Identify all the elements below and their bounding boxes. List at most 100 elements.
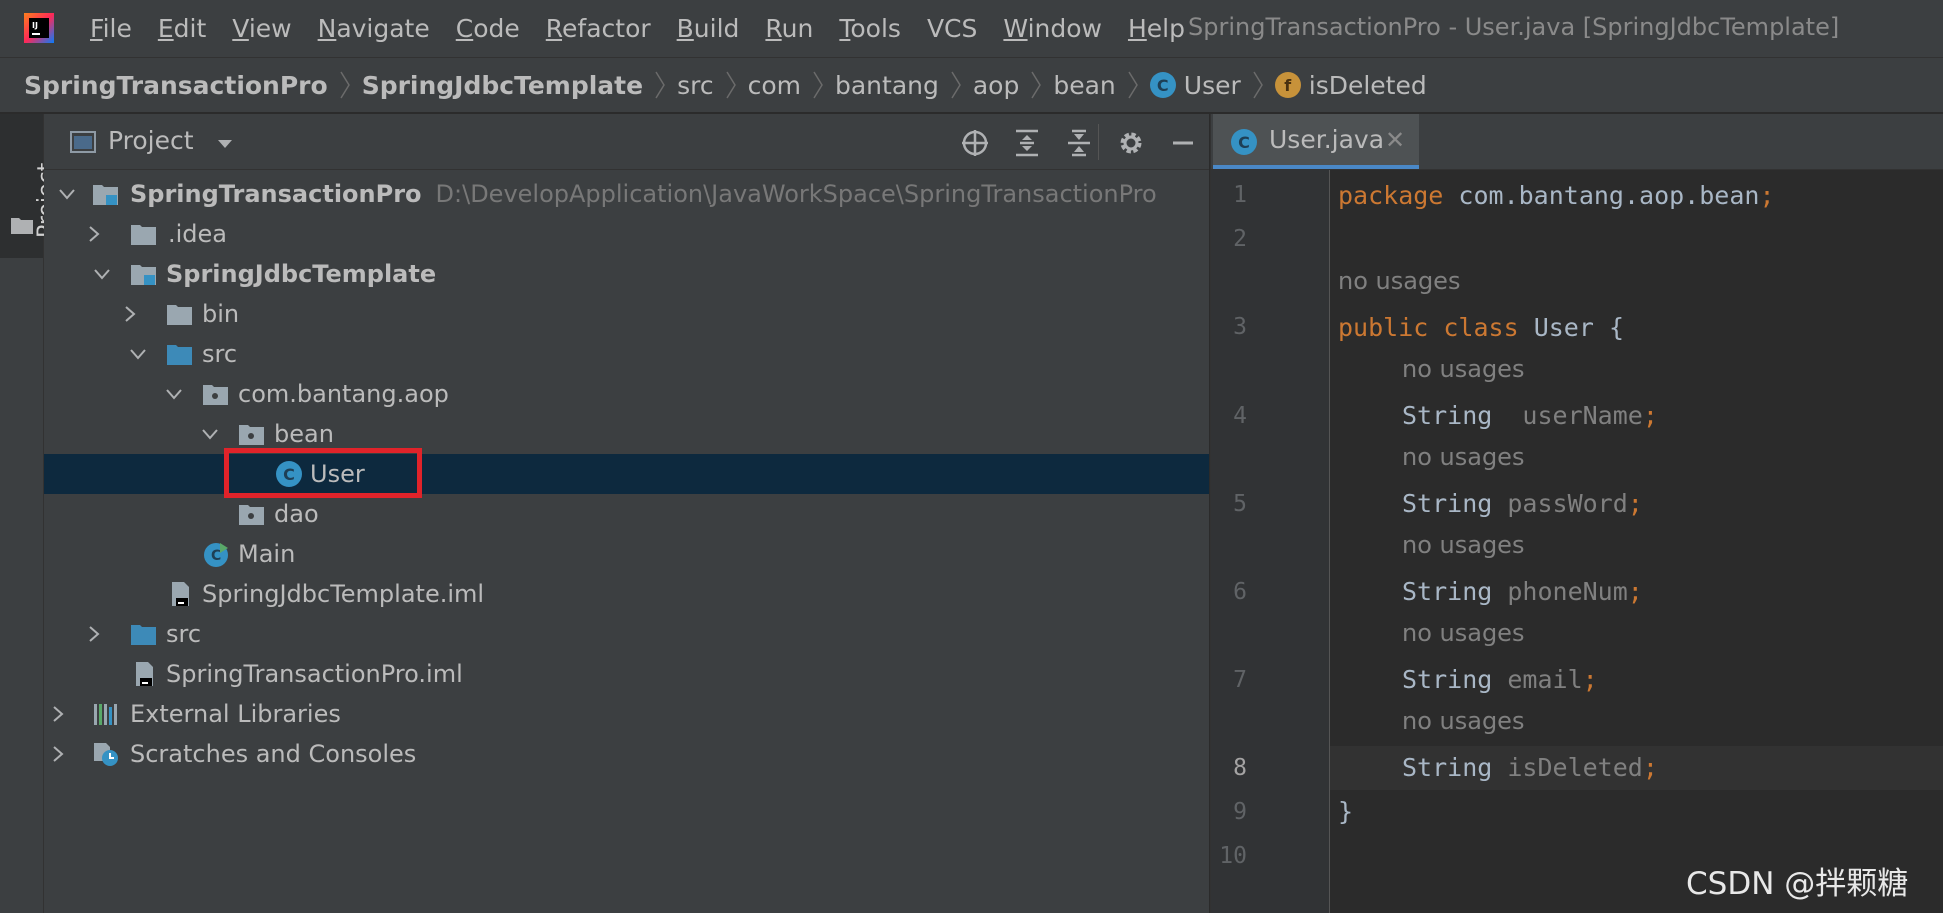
line-number: 1 — [1233, 182, 1247, 208]
chevron-down-icon[interactable] — [164, 384, 184, 404]
menu-vcs[interactable]: VCS — [927, 14, 977, 43]
hide-panel-icon[interactable] — [1168, 128, 1198, 158]
tree-item-module-iml[interactable]: SpringJdbcTemplate.iml — [44, 574, 1209, 614]
code-area[interactable]: package com.bantang.aop.bean; no usages … — [1330, 170, 1943, 913]
breadcrumb-aop[interactable]: aop — [973, 71, 1019, 100]
menu-file[interactable]: File — [90, 14, 132, 43]
tree-item-package-aop[interactable]: com.bantang.aop — [44, 374, 1209, 414]
package-icon — [203, 385, 228, 405]
collapse-all-icon[interactable] — [1064, 128, 1094, 158]
expand-all-icon[interactable] — [1012, 128, 1042, 158]
intellij-logo-icon: IJ — [24, 13, 54, 43]
menu-bar: IJ File Edit View Navigate Code Refactor… — [0, 0, 1943, 58]
project-panel-title[interactable]: Project — [108, 126, 194, 155]
line-number: 2 — [1233, 226, 1247, 252]
menu-run[interactable]: Run — [765, 14, 813, 43]
breadcrumb-bantang[interactable]: bantang — [835, 71, 939, 100]
line-number-gutter: 1 2 3 4 5 6 7 8 9 10 — [1211, 170, 1330, 913]
code-line-field-isdeleted: String isDeleted; — [1330, 746, 1943, 790]
gear-icon[interactable] — [1116, 128, 1146, 158]
line-number: 9 — [1233, 799, 1247, 825]
tree-item-label: src — [202, 340, 238, 368]
tree-item-idea[interactable]: .idea — [44, 214, 1209, 254]
breadcrumb-bean[interactable]: bean — [1053, 71, 1115, 100]
breadcrumb-field[interactable]: f isDeleted — [1274, 71, 1427, 100]
breadcrumb-user[interactable]: C User — [1149, 71, 1241, 100]
library-icon — [94, 704, 117, 725]
folder-icon — [131, 225, 156, 245]
chevron-right-icon — [813, 71, 823, 99]
chevron-down-icon[interactable] — [92, 264, 112, 284]
usage-hint[interactable]: no usages — [1402, 619, 1524, 647]
tree-item-label: SpringJdbcTemplate.iml — [202, 580, 485, 608]
chevron-right-icon[interactable] — [48, 704, 68, 724]
header-separator — [1098, 124, 1099, 160]
locate-icon[interactable] — [960, 128, 990, 158]
usage-hint[interactable]: no usages — [1402, 443, 1524, 471]
package-icon — [239, 505, 264, 525]
module-folder-icon — [131, 265, 156, 285]
tab-label: User.java — [1269, 125, 1385, 154]
window-title: SpringTransactionPro - User.java [Spring… — [1188, 13, 1840, 41]
tree-item-label: .idea — [168, 220, 228, 248]
chevron-right-icon[interactable] — [84, 624, 104, 644]
usage-hint[interactable]: no usages — [1402, 707, 1524, 735]
menu-view[interactable]: View — [232, 14, 291, 43]
usage-hint[interactable]: no usages — [1402, 531, 1524, 559]
tab-user-java[interactable]: C User.java ✕ — [1213, 114, 1419, 169]
scratches-icon — [94, 743, 118, 766]
line-number: 7 — [1233, 667, 1247, 693]
tree-item-scratches[interactable]: Scratches and Consoles — [44, 734, 1209, 774]
close-icon[interactable]: ✕ — [1385, 126, 1405, 154]
menu-navigate[interactable]: Navigate — [318, 14, 430, 43]
tree-item-root-src[interactable]: src — [44, 614, 1209, 654]
chevron-right-icon — [1253, 71, 1263, 99]
menu-refactor[interactable]: Refactor — [546, 14, 651, 43]
breadcrumb-com[interactable]: com — [748, 71, 801, 100]
code-line-field-phonenum: String phoneNum; — [1402, 577, 1643, 606]
project-tool-tab[interactable]: Project — [0, 114, 59, 258]
chevron-down-icon[interactable] — [57, 184, 77, 204]
menu-window[interactable]: Window — [1003, 14, 1102, 43]
code-line-package: package com.bantang.aop.bean; — [1338, 181, 1775, 210]
chevron-right-icon — [1031, 71, 1042, 99]
breadcrumb: SpringTransactionPro SpringJdbcTemplate … — [0, 58, 1943, 113]
breadcrumb-module[interactable]: SpringJdbcTemplate — [362, 71, 643, 100]
tree-item-label: External Libraries — [130, 700, 341, 728]
tree-item-module[interactable]: SpringJdbcTemplate — [44, 254, 1209, 294]
tree-item-src[interactable]: src — [44, 334, 1209, 374]
module-folder-icon — [93, 185, 118, 205]
usage-hint[interactable]: no usages — [1402, 355, 1524, 383]
menu-edit[interactable]: Edit — [158, 14, 206, 43]
menu-tools[interactable]: Tools — [839, 14, 901, 43]
chevron-right-icon[interactable] — [120, 304, 140, 324]
chevron-down-icon[interactable] — [128, 344, 148, 364]
left-tool-strip: Project — [0, 114, 59, 913]
tree-item-user-class[interactable]: C User — [44, 454, 1209, 494]
usage-hint[interactable]: no usages — [1338, 267, 1460, 295]
tree-item-bin[interactable]: bin — [44, 294, 1209, 334]
breadcrumb-project[interactable]: SpringTransactionPro — [24, 71, 328, 100]
svg-text:C: C — [211, 548, 221, 564]
chevron-right-icon — [1128, 71, 1138, 99]
tree-item-label: bean — [274, 420, 334, 448]
tree-item-package-bean[interactable]: bean — [44, 414, 1209, 454]
chevron-down-icon[interactable] — [216, 138, 234, 150]
tree-item-project-iml[interactable]: SpringTransactionPro.iml — [44, 654, 1209, 694]
menu-build[interactable]: Build — [677, 14, 740, 43]
breadcrumb-src[interactable]: src — [677, 71, 714, 100]
editor-tab-bar: C User.java ✕ — [1211, 114, 1943, 170]
menu-code[interactable]: Code — [456, 14, 520, 43]
menu-help[interactable]: Help — [1128, 14, 1185, 43]
code-line-field-password: String passWord; — [1402, 489, 1643, 518]
chevron-right-icon[interactable] — [48, 744, 68, 764]
tree-item-package-dao[interactable]: dao — [44, 494, 1209, 534]
tree-item-main-class[interactable]: C Main — [44, 534, 1209, 574]
tree-item-external-libraries[interactable]: External Libraries — [44, 694, 1209, 734]
watermark: CSDN @拌颗糖 — [1686, 866, 1909, 902]
chevron-down-icon[interactable] — [200, 424, 220, 444]
chevron-right-icon[interactable] — [84, 224, 104, 244]
highlight-annotation-box — [224, 448, 422, 498]
source-folder-icon — [131, 625, 156, 645]
tree-item-project-root[interactable]: SpringTransactionPro D:\DevelopApplicatio… — [44, 174, 1209, 214]
